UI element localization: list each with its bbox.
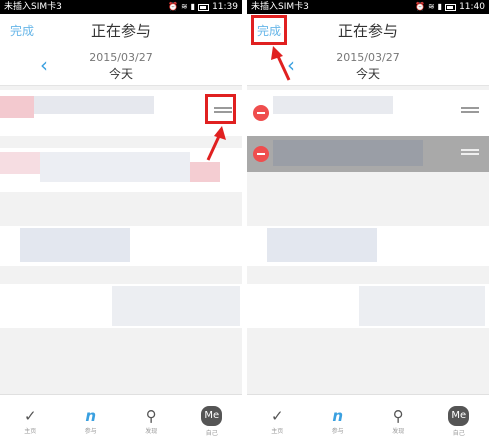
- tab-label: 参与: [331, 428, 344, 435]
- event-list: [247, 86, 489, 394]
- wifi-icon: ≋: [427, 2, 435, 11]
- blurred-content: [359, 286, 485, 326]
- list-item[interactable]: [247, 226, 489, 266]
- list-item[interactable]: [0, 226, 242, 266]
- status-bar: 未插入SIM卡3 ⏰ ≋ ▮ 11:40: [247, 0, 489, 14]
- tab-bar: ✓ 主页 n 参与 ⚲ 发现 Me 自己: [0, 394, 242, 448]
- screenshot-pair: 未插入SIM卡3 ⏰ ≋ ▮ 11:39 完成 正在参与 ‹ 2015/03/2…: [0, 0, 490, 448]
- participate-icon: n: [85, 407, 97, 425]
- tab-label: 自己: [205, 430, 218, 437]
- signal-icon: ▮: [190, 2, 196, 11]
- status-time: 11:39: [212, 2, 238, 12]
- blurred-avatar: [0, 96, 34, 118]
- highlight-box: [251, 15, 287, 45]
- status-time: 11:40: [459, 2, 485, 12]
- red-arrow-icon: [206, 126, 226, 161]
- blurred-avatar: [0, 152, 40, 174]
- blurred-content: [40, 152, 190, 182]
- tab-label: 自己: [452, 430, 465, 437]
- delete-minus-icon[interactable]: [253, 105, 269, 121]
- tab-discover[interactable]: ⚲ 发现: [368, 395, 429, 448]
- navigation-bar: 完成 正在参与: [0, 14, 242, 46]
- check-icon: ✓: [23, 407, 37, 425]
- me-icon: Me: [201, 406, 223, 426]
- tab-home[interactable]: ✓ 主页: [0, 395, 61, 448]
- tab-label: 主页: [271, 428, 284, 435]
- tab-participate[interactable]: n 参与: [61, 395, 122, 448]
- blurred-content: [273, 140, 423, 166]
- signal-icon: ▮: [437, 2, 443, 11]
- wifi-icon: ≋: [180, 2, 188, 11]
- battery-icon: [198, 3, 210, 11]
- blurred-content: [190, 162, 220, 182]
- tab-discover[interactable]: ⚲ 发现: [121, 395, 182, 448]
- phone-screen-before: 未插入SIM卡3 ⏰ ≋ ▮ 11:39 完成 正在参与 ‹ 2015/03/2…: [0, 0, 242, 448]
- alarm-icon: ⏰: [167, 2, 178, 11]
- date-text: 2015/03/27: [89, 51, 153, 64]
- drag-handle-icon[interactable]: [461, 149, 479, 159]
- tab-home[interactable]: ✓ 主页: [247, 395, 308, 448]
- tab-label: 发现: [145, 428, 158, 435]
- carrier-label: 未插入SIM卡3: [251, 2, 309, 12]
- blurred-content: [20, 228, 130, 262]
- list-item[interactable]: [0, 284, 242, 328]
- status-bar: 未插入SIM卡3 ⏰ ≋ ▮ 11:39: [0, 0, 242, 14]
- date-label: 今天: [108, 67, 133, 81]
- tab-participate[interactable]: n 参与: [308, 395, 369, 448]
- check-icon: ✓: [270, 407, 284, 425]
- tab-label: 发现: [392, 428, 405, 435]
- me-icon: Me: [448, 406, 470, 426]
- tab-label: 参与: [84, 428, 97, 435]
- battery-icon: [445, 3, 457, 11]
- blurred-content: [112, 286, 240, 326]
- red-arrow-icon: [271, 46, 291, 81]
- carrier-label: 未插入SIM卡3: [4, 2, 62, 12]
- done-button[interactable]: 完成: [10, 22, 34, 39]
- tab-me[interactable]: Me 自己: [429, 395, 490, 448]
- list-item[interactable]: [247, 90, 489, 136]
- location-pin-icon: ⚲: [392, 407, 404, 425]
- page-title: 正在参与: [90, 22, 151, 40]
- participate-icon: n: [332, 407, 344, 425]
- tab-me[interactable]: Me 自己: [182, 395, 243, 448]
- phone-screen-after: 未插入SIM卡3 ⏰ ≋ ▮ 11:40 完成 正在参与 ‹ 2015/03/2…: [247, 0, 489, 448]
- highlight-box: [205, 94, 236, 124]
- list-item[interactable]: [247, 284, 489, 328]
- tab-label: 主页: [24, 428, 37, 435]
- delete-minus-icon[interactable]: [253, 146, 269, 162]
- drag-handle-icon[interactable]: [461, 107, 479, 117]
- blurred-content: [273, 96, 393, 114]
- date-header: ‹ 2015/03/27 今天: [0, 46, 242, 86]
- tab-bar: ✓ 主页 n 参与 ⚲ 发现 Me 自己: [247, 394, 489, 448]
- list-item-dragging[interactable]: [247, 136, 489, 172]
- blurred-content: [267, 228, 377, 262]
- blurred-content: [34, 96, 154, 114]
- location-pin-icon: ⚲: [145, 407, 157, 425]
- alarm-icon: ⏰: [414, 2, 425, 11]
